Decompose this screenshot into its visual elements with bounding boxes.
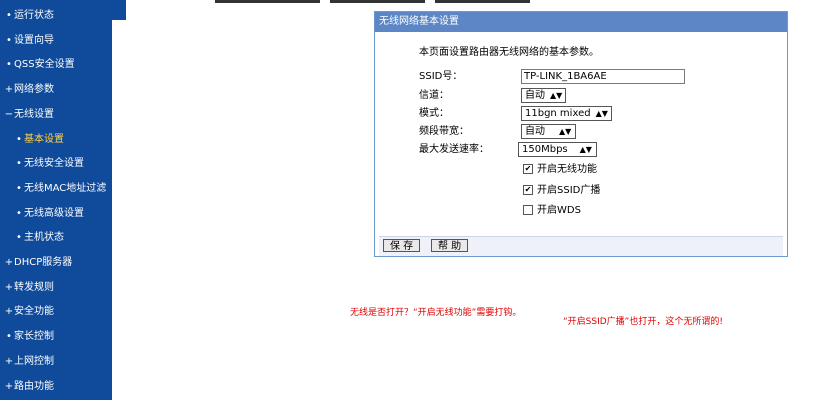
sidebar-item-label: 网络参数	[14, 84, 54, 96]
sidebar-item-7[interactable]: • 无线MAC地址过滤	[10, 179, 106, 199]
bullet-icon: •	[16, 182, 22, 194]
bullet-icon: •	[16, 158, 22, 170]
enable-ssid-broadcast-checkbox[interactable]: ✔	[523, 185, 533, 195]
sidebar-item-label: 基本设置	[24, 133, 64, 145]
panel-body: 本页面设置路由器无线网络的基本参数。 SSID号： 信道： 自动 ▲▼ 模式： 1…	[379, 33, 783, 236]
enable-wireless-checkbox[interactable]: ✔	[523, 164, 533, 174]
ssid-field-wrap	[521, 69, 685, 85]
enable-wireless-label: 开启无线功能	[537, 164, 597, 175]
channel-label: 信道：	[419, 90, 449, 101]
bullet-icon: •	[16, 232, 22, 244]
sidebar-item-label: 运行状态	[14, 10, 54, 21]
max-rate-label: 最大发送速率：	[419, 144, 489, 155]
enable-ssid-broadcast-row: ✔ 开启SSID广播	[523, 183, 600, 199]
sidebar-item-label: 上网控制	[14, 355, 54, 367]
channel-select-wrap: 自动 ▲▼	[521, 88, 567, 104]
sidebar-item-label: 设置向导	[14, 34, 54, 46]
sidebar-item-6[interactable]: • 无线安全设置	[10, 154, 84, 174]
wireless-basic-settings-panel: 无线网络基本设置 本页面设置路由器无线网络的基本参数。 SSID号： 信道： 自…	[374, 11, 788, 257]
mode-select[interactable]: 11bgn mixed ▲▼	[521, 106, 612, 121]
sidebar-item-label: 转发规则	[14, 281, 54, 293]
ssid-label: SSID号：	[419, 71, 463, 82]
bullet-icon: •	[16, 207, 22, 219]
mode-value: 11bgn mixed	[525, 108, 591, 119]
sidebar-item-10[interactable]: +DHCP服务器	[0, 253, 72, 273]
enable-wds-checkbox[interactable]	[523, 205, 533, 215]
sidebar-item-0[interactable]: • 运行状态	[0, 6, 54, 26]
minus-icon: −	[4, 108, 14, 120]
plus-bullet-icon: •	[6, 34, 12, 46]
channel-value: 自动	[525, 90, 545, 101]
plus-bullet-icon: +	[4, 84, 14, 96]
sidebar-item-label: 安全功能	[14, 306, 54, 318]
sidebar-item-14[interactable]: +上网控制	[0, 352, 54, 372]
channel-select[interactable]: 自动 ▲▼	[521, 88, 567, 103]
annotation-note-wireless: 无线是否打开？“开启无线功能”需要打钩。	[350, 308, 522, 318]
sidebar-item-12[interactable]: +安全功能	[0, 302, 54, 322]
sidebar-item-label: QSS安全设置	[14, 59, 75, 71]
plus-bullet-icon: +	[4, 306, 14, 318]
sidebar-item-label: 主机状态	[24, 232, 64, 244]
chevron-updown-icon: ▲▼	[559, 127, 572, 136]
annotation-note-ssid: “开启SSID广播”也打开，这个无所谓的!	[563, 317, 723, 327]
header-fragment	[330, 0, 425, 3]
sidebar-item-2[interactable]: • QSS安全设置	[0, 55, 75, 75]
max-rate-select-wrap: 150Mbps ▲▼	[518, 142, 597, 158]
plus-bullet-icon: +	[4, 355, 14, 367]
sidebar-corner	[112, 0, 126, 20]
enable-ssid-broadcast-label: 开启SSID广播	[537, 185, 601, 196]
bandwidth-select-wrap: 自动 ▲▼	[521, 124, 577, 140]
sidebar-item-3[interactable]: +网络参数	[0, 80, 54, 100]
sidebar-menu: • 运行状态 • 设置向导 • QSS安全设置 +网络参数 −无线设置 • 基本设置 • 无线安全设置…	[0, 0, 112, 400]
plus-bullet-icon: +	[4, 257, 14, 268]
plus-bullet-icon: +	[4, 281, 14, 293]
sidebar-item-label: 路由功能	[14, 380, 54, 392]
help-button[interactable]: 帮 助	[431, 239, 469, 252]
sidebar-item-label: 无线高级设置	[24, 207, 84, 219]
mode-label: 模式：	[419, 108, 449, 119]
sidebar-item-label: 无线MAC地址过滤	[24, 182, 107, 194]
sidebar-item-label: 无线安全设置	[24, 158, 84, 170]
sidebar-item-11[interactable]: +转发规则	[0, 278, 54, 298]
bandwidth-select[interactable]: 自动 ▲▼	[521, 124, 577, 139]
sidebar-item-5[interactable]: • 基本设置	[10, 130, 64, 150]
sidebar-item-label: 家长控制	[14, 331, 54, 343]
max-rate-value: 150Mbps	[522, 144, 568, 155]
sidebar-item-15[interactable]: +路由功能	[0, 377, 54, 397]
sidebar-item-9[interactable]: • 主机状态	[10, 228, 64, 248]
save-button[interactable]: 保 存	[383, 239, 421, 252]
panel-description: 本页面设置路由器无线网络的基本参数。	[419, 47, 599, 58]
panel-footer: 保 存 帮 助	[379, 236, 783, 256]
bullet-icon: •	[16, 133, 22, 145]
plus-bullet-icon: •	[6, 10, 12, 21]
sidebar-item-label: DHCP服务器	[14, 257, 73, 268]
bandwidth-value: 自动	[525, 126, 545, 137]
enable-wds-label: 开启WDS	[537, 205, 581, 216]
sidebar-item-4[interactable]: −无线设置	[0, 105, 54, 125]
chevron-updown-icon: ▲▼	[595, 109, 608, 118]
enable-wireless-row: ✔ 开启无线功能	[523, 162, 597, 178]
plus-bullet-icon: •	[6, 59, 12, 71]
sidebar-item-13[interactable]: • 家长控制	[0, 327, 54, 347]
header-fragment	[435, 0, 530, 3]
sidebar-item-label: 无线设置	[14, 108, 54, 120]
chevron-updown-icon: ▲▼	[550, 91, 563, 100]
chevron-updown-icon: ▲▼	[579, 145, 592, 154]
mode-select-wrap: 11bgn mixed ▲▼	[521, 106, 612, 122]
enable-wds-row: 开启WDS	[523, 203, 581, 219]
header-fragment	[215, 0, 320, 3]
panel-title: 无线网络基本设置	[375, 12, 787, 32]
ssid-input[interactable]	[521, 69, 685, 84]
plus-bullet-icon: •	[6, 331, 12, 343]
max-rate-select[interactable]: 150Mbps ▲▼	[518, 142, 597, 157]
bandwidth-label: 频段带宽：	[419, 126, 469, 137]
sidebar-item-8[interactable]: • 无线高级设置	[10, 204, 84, 224]
plus-bullet-icon: +	[4, 380, 14, 392]
sidebar-item-1[interactable]: • 设置向导	[0, 31, 54, 51]
